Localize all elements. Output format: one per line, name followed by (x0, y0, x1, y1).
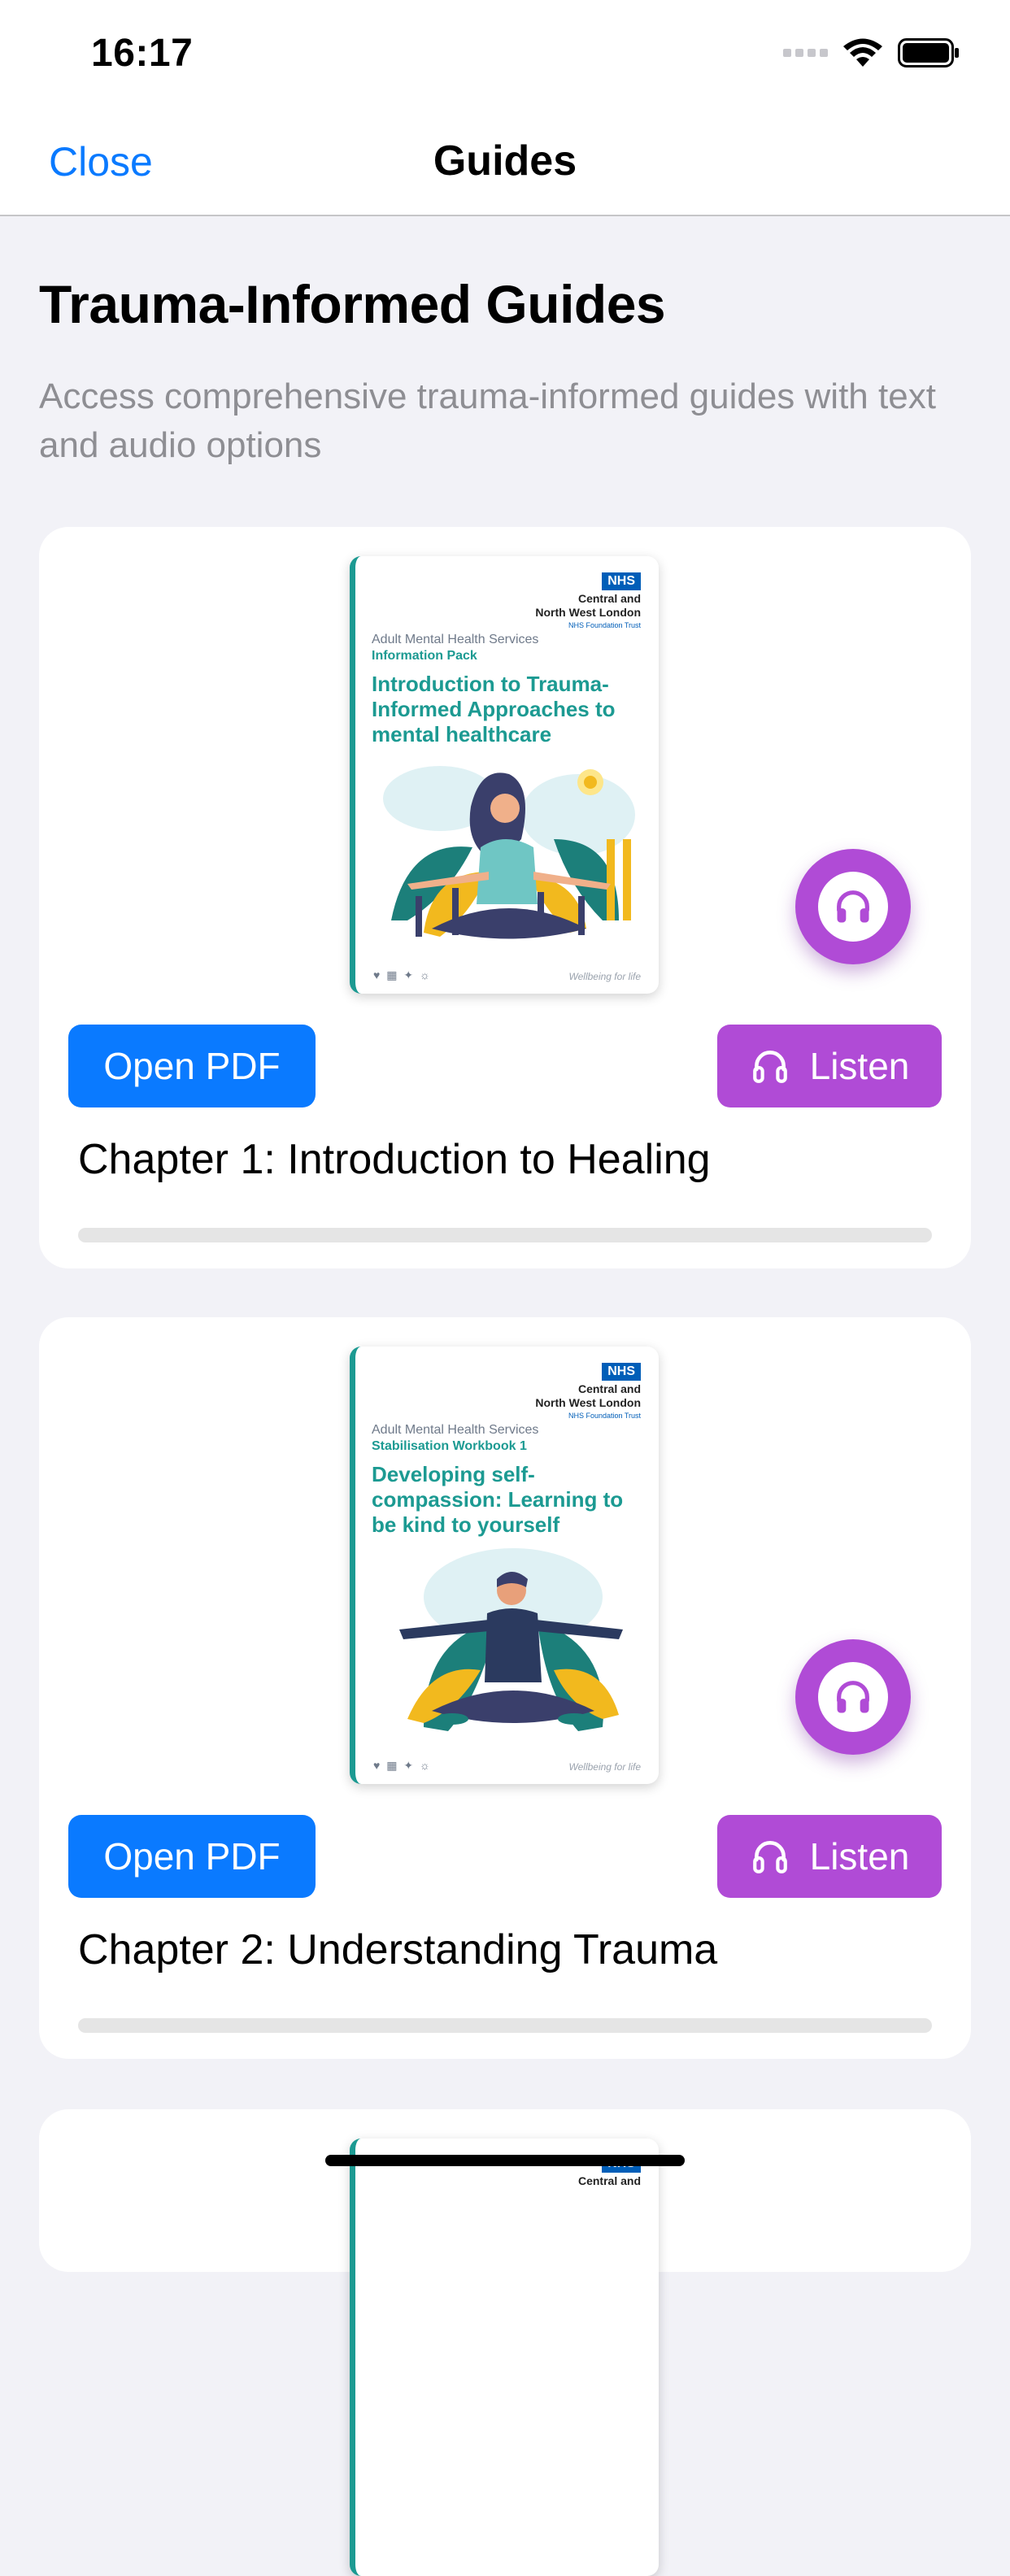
chapter-title: Chapter 2: Understanding Trauma (78, 1926, 718, 1973)
page-title: Trauma-Informed Guides (39, 274, 666, 334)
guide-card: NHS Central and North West London NHS Fo… (39, 527, 971, 1268)
cover-pack: Information Pack (372, 649, 477, 663)
guide-cover-image[interactable]: NHS Central and (350, 2139, 659, 2576)
cover-heading: Introduction to Trauma-Informed Approach… (372, 672, 616, 746)
listen-button[interactable]: Listen (717, 1025, 942, 1107)
cover-footer-logos: ♥ ▦ ✦ ☼ (373, 968, 432, 981)
status-bar: 16:17 (0, 0, 1010, 107)
floating-listen-button[interactable] (795, 1639, 911, 1755)
guide-cover-image[interactable]: NHS Central and North West London NHS Fo… (350, 1347, 659, 1784)
progress-bar (78, 2018, 932, 2033)
meditation-illustration (383, 766, 635, 939)
open-pdf-button[interactable]: Open PDF (68, 1815, 316, 1898)
chapter-title: Chapter 1: Introduction to Healing (78, 1136, 711, 1183)
headphones-icon (837, 1681, 869, 1713)
nhs-logo: NHS (602, 1363, 641, 1381)
progress-bar (78, 1228, 932, 1242)
headphones-icon (837, 890, 869, 923)
cover-footer: Wellbeing for life (568, 1761, 642, 1773)
floating-listen-button[interactable] (795, 849, 911, 964)
nhs-logo: NHS (602, 572, 641, 590)
cover-organisation-sub: NHS Foundation Trust (568, 621, 641, 629)
headphones-icon (752, 1841, 787, 1873)
home-indicator[interactable] (325, 2155, 685, 2166)
nav-bar: Close Guides (0, 107, 1010, 216)
listen-button-label: Listen (809, 1835, 910, 1878)
meditation-illustration (399, 1548, 623, 1731)
battery-icon (898, 38, 959, 67)
cover-organisation: Central and North West London (535, 1382, 641, 1409)
guide-card: NHS Central and (39, 2109, 971, 2576)
cover-series: Adult Mental Health Services (372, 1423, 539, 1437)
cover-footer-logos: ♥ ▦ ✦ ☼ (373, 1759, 432, 1772)
cover-footer: Wellbeing for life (568, 971, 642, 982)
status-time: 16:17 (91, 32, 194, 75)
cover-organisation: Central and North West London (535, 592, 641, 619)
cover-organisation-sub: NHS Foundation Trust (568, 1412, 641, 1420)
cover-series: Adult Mental Health Services (372, 633, 539, 646)
cover-heading: Developing self-compassion: Learning to … (372, 1462, 624, 1537)
cover-pack: Stabilisation Workbook 1 (372, 1439, 527, 1453)
cellular-signal-icon (783, 49, 828, 57)
cover-organisation: Central and (577, 2174, 641, 2187)
listen-button[interactable]: Listen (717, 1815, 942, 1898)
page-subtitle: Access comprehensive trauma-informed gui… (39, 376, 936, 465)
open-pdf-button[interactable]: Open PDF (68, 1025, 316, 1107)
guide-card: NHS Central and North West London NHS Fo… (39, 1317, 971, 2059)
nav-title: Guides (433, 137, 577, 185)
listen-button-label: Listen (809, 1045, 910, 1087)
guide-cover-image[interactable]: NHS Central and North West London NHS Fo… (350, 556, 659, 994)
status-icons (783, 37, 960, 68)
headphones-icon (752, 1051, 787, 1083)
wifi-icon (843, 38, 882, 67)
